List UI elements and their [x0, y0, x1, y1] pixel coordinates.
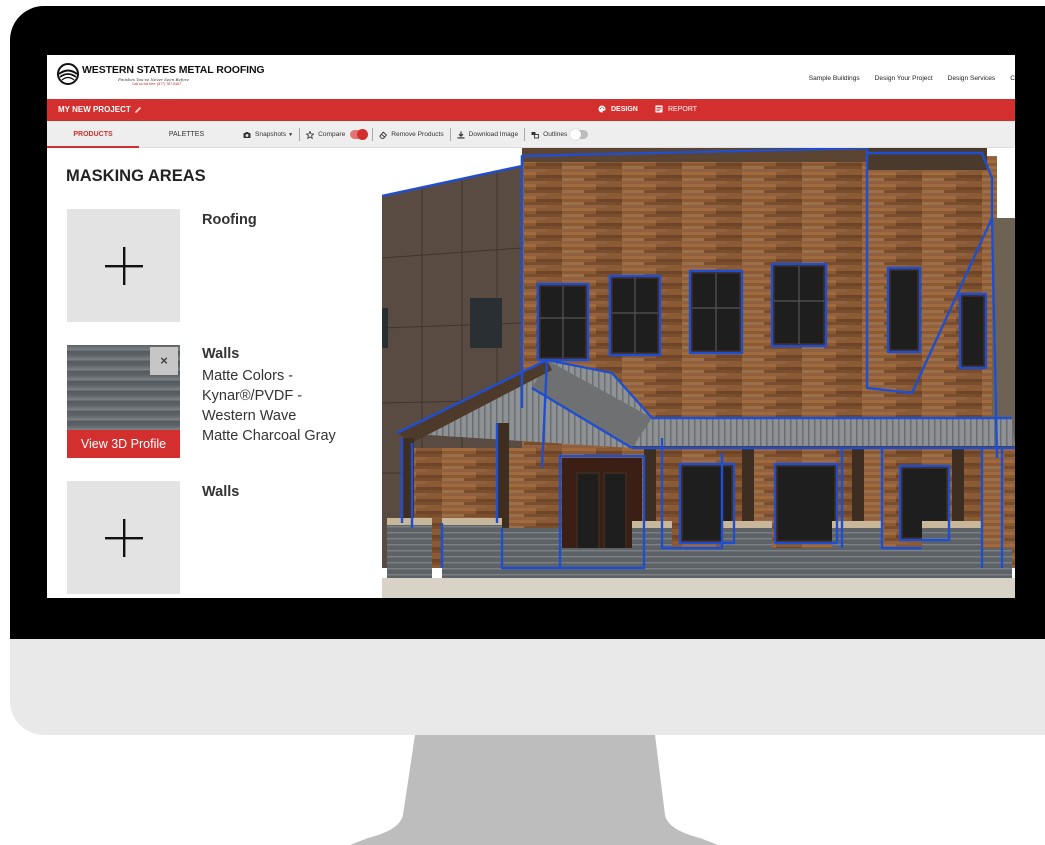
walls-add-area-button[interactable] — [67, 481, 180, 594]
nav-link-truncated[interactable]: C — [1010, 75, 1015, 82]
monitor-chin — [10, 639, 1045, 735]
pencil-icon[interactable] — [134, 106, 142, 114]
brand-name: WESTERN STATES METAL ROOFING — [82, 64, 265, 76]
brand-logo[interactable]: WESTERN STATES METAL ROOFING Finishes Yo… — [57, 63, 265, 87]
compare-switch[interactable] — [350, 129, 369, 140]
masking-areas-panel: MASKING AREAS Roofing × View 3D Profile … — [47, 148, 382, 598]
product-detail-line: Kynar®/PVDF - — [202, 388, 303, 404]
nav-links: Sample Buildings Design Your Project Des… — [794, 75, 1015, 82]
tab-report-label: REPORT — [668, 105, 698, 113]
nav-link-sample-buildings[interactable]: Sample Buildings — [809, 75, 860, 82]
app-screen: WESTERN STATES METAL ROOFING Finishes Yo… — [47, 55, 1015, 598]
eraser-icon — [379, 131, 388, 139]
product-detail-line: Matte Colors - — [202, 368, 294, 384]
outlines-switch-knob — [570, 129, 582, 140]
report-icon — [655, 105, 663, 113]
building-photo — [382, 148, 1015, 598]
remove-products-label: Remove Products — [391, 131, 444, 138]
project-bar: MY NEW PROJECT DESIGN REPORT — [47, 99, 1015, 121]
toolbar-actions: Snapshots ▼ Compare Remove Products Down… — [234, 121, 594, 148]
compare-switch-knob — [357, 129, 369, 140]
nav-link-design-services[interactable]: Design Services — [948, 75, 996, 82]
brand-logo-icon — [57, 63, 79, 85]
star-icon — [306, 130, 315, 139]
outlines-icon — [531, 131, 540, 138]
outlines-switch[interactable] — [570, 129, 589, 140]
camera-icon — [243, 131, 251, 138]
top-nav: WESTERN STATES METAL ROOFING Finishes Yo… — [47, 55, 1015, 99]
project-name[interactable]: MY NEW PROJECT — [58, 105, 142, 114]
product-detail-line: Western Wave — [202, 408, 297, 424]
remove-product-button[interactable]: × — [150, 347, 178, 375]
download-image-label: Download Image — [468, 131, 519, 138]
area-name-walls-2: Walls — [202, 484, 240, 500]
outlines-label: Outlines — [543, 131, 568, 138]
palette-icon — [598, 105, 606, 113]
compare-toggle[interactable]: Compare — [300, 129, 372, 140]
tab-design-label: DESIGN — [611, 105, 638, 113]
area-name-roofing: Roofing — [202, 212, 257, 228]
nav-link-design-your-project[interactable]: Design Your Project — [875, 75, 933, 82]
walls-product-thumbnail[interactable]: × View 3D Profile — [67, 345, 180, 458]
caret-down-icon: ▼ — [288, 131, 294, 138]
download-icon — [457, 131, 465, 138]
compare-label: Compare — [318, 131, 346, 138]
walls-product-details: Matte Colors - Kynar®/PVDF - Western Wav… — [202, 366, 377, 446]
download-image-button[interactable]: Download Image — [451, 131, 524, 139]
brand-phone: Call us toll free: (877) 787-5467 — [132, 82, 182, 86]
roofing-add-area-button[interactable] — [67, 209, 180, 322]
snapshots-label: Snapshots — [255, 131, 287, 138]
tab-report[interactable]: REPORT — [655, 105, 697, 113]
tab-design[interactable]: DESIGN — [598, 105, 638, 113]
tab-products[interactable]: PRODUCTS — [47, 121, 139, 148]
snapshots-dropdown[interactable]: Snapshots ▼ — [237, 131, 299, 139]
product-detail-line: Matte Charcoal Gray — [202, 428, 336, 444]
plus-icon — [105, 519, 143, 557]
plus-icon — [105, 247, 143, 285]
outlines-toggle[interactable]: Outlines — [525, 129, 594, 140]
building-visualizer[interactable] — [382, 148, 1015, 598]
tab-palettes[interactable]: PALETTES — [139, 121, 234, 148]
tool-bar: PRODUCTS PALETTES Snapshots ▼ Compare Re… — [47, 121, 1015, 148]
panel-title: MASKING AREAS — [66, 167, 206, 185]
project-name-label: MY NEW PROJECT — [58, 105, 131, 114]
area-name-walls: Walls — [202, 346, 240, 362]
view-3d-profile-button[interactable]: View 3D Profile — [67, 430, 180, 458]
remove-products-button[interactable]: Remove Products — [373, 131, 449, 139]
